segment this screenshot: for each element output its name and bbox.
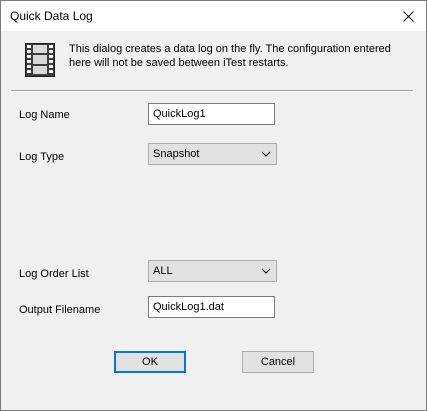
- log-order-list-value: ALL: [153, 265, 173, 277]
- output-filename-field[interactable]: QuickLog1.dat: [148, 296, 275, 318]
- close-button[interactable]: [390, 1, 426, 31]
- film-strip-icon: [25, 43, 55, 77]
- output-filename-label: Output Filename: [19, 304, 101, 316]
- title-bar[interactable]: Quick Data Log: [1, 1, 426, 31]
- log-type-value: Snapshot: [153, 148, 200, 160]
- close-icon: [402, 10, 414, 22]
- log-order-list-dropdown[interactable]: ALL: [148, 260, 277, 282]
- log-type-dropdown[interactable]: Snapshot: [148, 143, 277, 165]
- log-order-list-label: Log Order List: [19, 268, 89, 280]
- cancel-button[interactable]: Cancel: [242, 351, 314, 373]
- output-filename-value: QuickLog1.dat: [153, 301, 224, 313]
- dialog-body: This dialog creates a data log on the fl…: [1, 31, 426, 410]
- log-name-field[interactable]: QuickLog1: [148, 103, 275, 125]
- ok-button[interactable]: OK: [114, 351, 186, 373]
- chevron-down-icon: [261, 151, 271, 157]
- log-type-label: Log Type: [19, 151, 65, 163]
- info-message: This dialog creates a data log on the fl…: [69, 43, 391, 69]
- dialog-title: Quick Data Log: [10, 9, 93, 23]
- log-name-label: Log Name: [19, 109, 70, 121]
- separator: [11, 90, 413, 92]
- quick-data-log-dialog: Quick Data Log This dialog creates a dat…: [0, 0, 427, 411]
- chevron-down-icon: [261, 268, 271, 274]
- log-name-value: QuickLog1: [153, 108, 206, 120]
